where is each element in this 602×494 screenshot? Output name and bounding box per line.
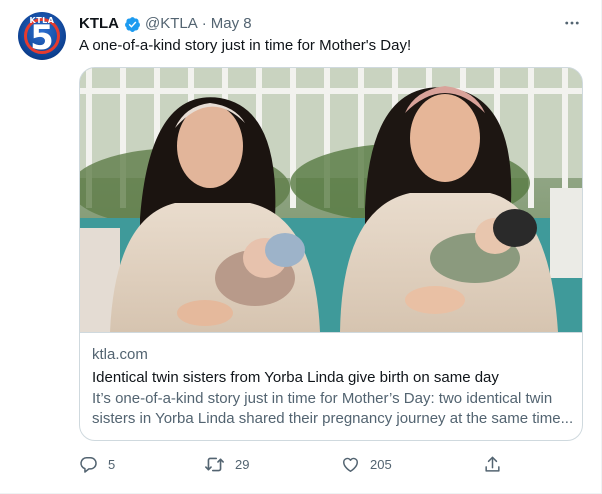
retweet-icon: [205, 457, 224, 471]
heart-icon: [343, 457, 358, 472]
card-image[interactable]: [80, 68, 582, 332]
retweet-count: 29: [235, 456, 250, 472]
tweet-date[interactable]: May 8: [211, 14, 252, 34]
more-options-icon[interactable]: [561, 12, 583, 34]
tweet[interactable]: KTLA 5 KTLA @KTLA · May 8 A one-of-a-kin…: [0, 0, 602, 494]
reply-count: 5: [108, 456, 116, 472]
reply-icon: [80, 456, 97, 473]
author-name[interactable]: KTLA: [79, 14, 119, 34]
tweet-header: KTLA @KTLA · May 8: [79, 14, 252, 34]
like-button[interactable]: 205: [341, 452, 392, 476]
share-icon: [485, 456, 500, 472]
retweet-button[interactable]: 29: [204, 452, 249, 476]
avatar[interactable]: KTLA 5: [18, 12, 66, 60]
verified-badge-icon: [125, 16, 140, 32]
card-description-line-2: sisters in Yorba Linda shared their preg…: [92, 410, 572, 427]
author-handle[interactable]: @KTLA: [145, 14, 198, 34]
link-card[interactable]: ktla.com Identical twin sisters from Yor…: [79, 67, 583, 441]
card-description-line-1: It’s one-of-a-kind story just in time fo…: [92, 390, 553, 407]
avatar-channel-number: 5: [30, 18, 54, 58]
card-meta[interactable]: ktla.com Identical twin sisters from Yor…: [80, 332, 582, 440]
like-count: 205: [370, 456, 392, 472]
card-domain: ktla.com: [92, 346, 148, 363]
tweet-text: A one-of-a-kind story just in time for M…: [79, 37, 412, 54]
card-description: It’s one-of-a-kind story just in time fo…: [92, 389, 572, 429]
card-title: Identical twin sisters from Yorba Linda …: [92, 369, 499, 386]
action-bar: 5 29 205: [79, 452, 583, 476]
share-button[interactable]: [483, 452, 502, 476]
separator-dot: ·: [201, 15, 207, 32]
reply-button[interactable]: 5: [79, 452, 115, 476]
